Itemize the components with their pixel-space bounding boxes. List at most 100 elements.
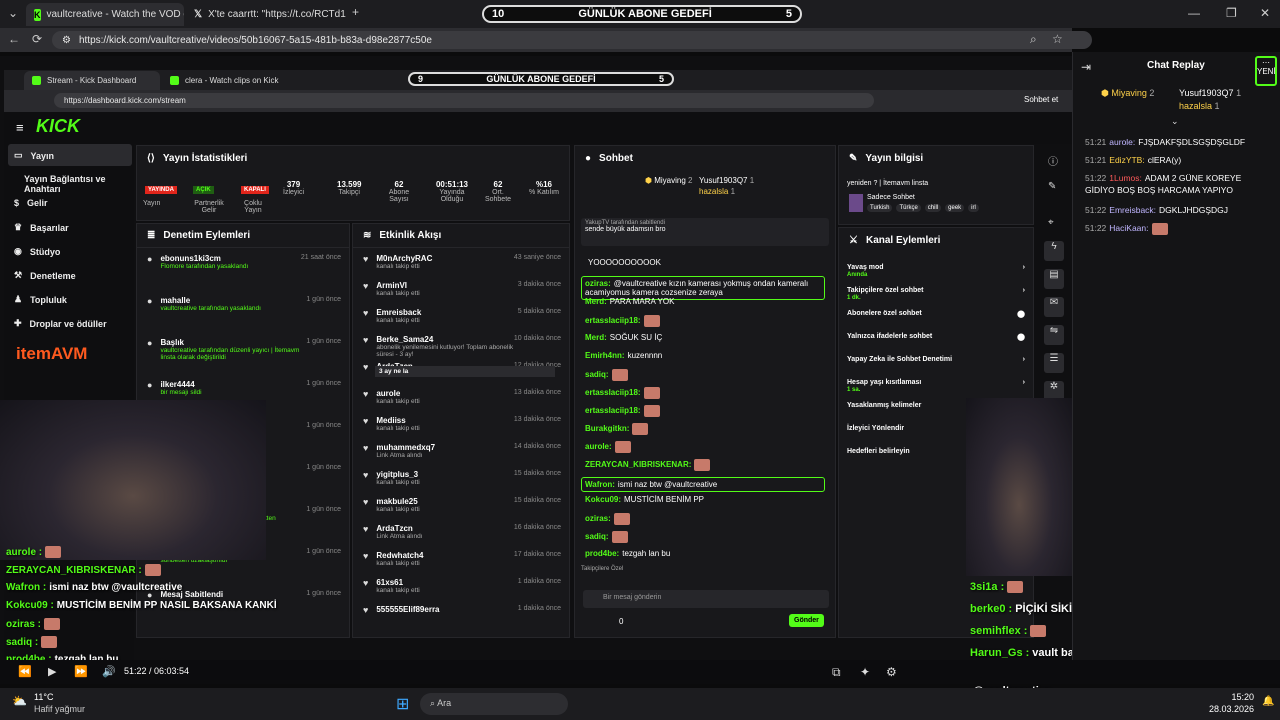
chat-message[interactable]: ertasslaciip18: — [585, 315, 829, 327]
doc-icon[interactable]: ▤ — [1044, 269, 1064, 289]
table-row[interactable]: ● mahalle vaultcreative tarafından yasakla… — [137, 296, 349, 334]
chat-message[interactable]: Merd: SOĞUK SU İÇ — [585, 333, 829, 342]
channel-action[interactable]: Yalnızca ifadelerle sohbet ⬤ — [847, 333, 1025, 341]
url-field[interactable]: ⚙ https://kick.com/vaultcreative/videos/… — [52, 31, 1092, 49]
toggle-switch[interactable]: ⬤ — [1017, 333, 1025, 341]
chat-message[interactable]: Emirh4nn: kuzennnn — [585, 351, 829, 360]
sidebar-item-studyo[interactable]: ◉ Stüdyo — [14, 246, 60, 257]
toggle-switch[interactable]: ⬤ — [1017, 310, 1025, 318]
db-icon[interactable]: ☰ — [1044, 353, 1064, 373]
channel-action[interactable]: Hesap yaşı kısıtlaması 1 sa. › — [847, 379, 1025, 393]
inner-chat-button[interactable]: Sohbet et — [1024, 95, 1058, 104]
target-icon[interactable]: ⌖ — [1048, 217, 1054, 228]
rewind-icon[interactable]: ⏪ — [18, 665, 32, 678]
chat-message[interactable]: sadiq: — [585, 369, 829, 381]
info-icon[interactable]: ⓘ — [1048, 153, 1058, 168]
table-row[interactable]: ♥ yigitplus_3 kanalı takip etti 15 dakika ö… — [353, 470, 569, 494]
channel-action[interactable]: Yapay Zeka ile Sohbet Denetimi › — [847, 356, 1025, 363]
table-row[interactable]: ♥ Emreisback kanalı takip etti 5 dakika önc… — [353, 308, 569, 332]
replay-message[interactable]: 51:22 1Lumos: ADAM 2 GÜNE KOREYE GİDİYO BO… — [1085, 172, 1271, 196]
chat-message[interactable]: YOOOOOOOOOOK — [585, 258, 829, 267]
new-tab-icon[interactable]: + — [352, 5, 359, 19]
table-row[interactable]: ♥ ArminVI kanalı takip etti 3 dakika önce — [353, 281, 569, 305]
bolt-icon[interactable]: ϟ — [1044, 241, 1064, 261]
inner-tab-clips[interactable]: clera - Watch clips on Kick — [162, 71, 298, 90]
chevron-right-icon[interactable]: › — [1023, 287, 1025, 294]
send-button[interactable]: Gönder — [789, 614, 824, 627]
sidebar-item-gelir[interactable]: $ Gelir — [14, 198, 48, 208]
taskbar-search[interactable]: ⌕ Ara — [420, 693, 568, 715]
settings-icon[interactable]: ⚙ — [886, 665, 897, 679]
chat-message[interactable]: ZERAYCAN_KIBRISKENAR: — [585, 459, 829, 471]
collapse-icon[interactable]: ⇥ — [1081, 60, 1091, 74]
table-row[interactable]: ● ebonuns1ki3cm Flomore tarafından yasakla… — [137, 254, 349, 292]
message-icon[interactable]: ✉ — [1044, 297, 1064, 317]
chat-message[interactable]: oziras: — [585, 513, 829, 525]
channel-action[interactable]: Takipçilere özel sohbet 1 dk. › — [847, 287, 1025, 301]
table-row[interactable]: ♥ makbule25 kanalı takip etti 15 dakika önc… — [353, 497, 569, 521]
channel-action[interactable]: Yavaş mod Anında › — [847, 264, 1025, 278]
browser-tab-kick[interactable]: K vaultcreative - Watch the VOD on ✕ — [26, 3, 184, 26]
maximize-icon[interactable]: ❐ — [1226, 6, 1237, 20]
windows-icon[interactable]: ⊞ — [396, 694, 409, 714]
play-icon[interactable]: ▶ — [48, 665, 56, 678]
table-row[interactable]: ♥ 555555Elif89erra 1 dakika önce — [353, 605, 569, 629]
zoom-icon[interactable]: ⌕ — [1030, 32, 1037, 47]
chevron-right-icon[interactable]: › — [1023, 356, 1025, 363]
chat-message[interactable]: aurole: — [585, 441, 829, 453]
chat-message[interactable]: sadiq: — [585, 531, 829, 543]
weather-icon[interactable]: ⛅ — [12, 694, 27, 708]
browser-tab-x[interactable]: 𝕏 X'te caarrtt: "https://t.co/RCTd1LDI ✕ — [186, 3, 346, 26]
table-row[interactable]: ♥ M0nArchyRAC kanalı takip etti 43 saniye ö… — [353, 254, 569, 278]
replay-message[interactable]: 51:22 HaciKaan: — [1085, 222, 1271, 235]
table-row[interactable]: ● Başlık vaultcreative tarafından düzenli … — [137, 338, 349, 376]
chat-input[interactable]: Bir mesaj gönderin — [583, 590, 829, 608]
replay-message[interactable]: 51:21 EdizYTB: clERA(y) — [1085, 154, 1271, 166]
new-button[interactable]: ⋯ YENİ — [1255, 56, 1277, 86]
menu-icon[interactable]: ≡ — [16, 120, 24, 135]
sparkle-icon[interactable]: ✦ — [860, 665, 870, 679]
close-window-icon[interactable]: ✕ — [1260, 6, 1270, 20]
expand-icon[interactable]: ⌄ — [1171, 116, 1179, 127]
chevron-right-icon[interactable]: › — [1023, 379, 1025, 386]
kick-logo[interactable]: KICK — [36, 116, 80, 137]
channel-action[interactable]: Abonelere özel sohbet ⬤ — [847, 310, 1025, 318]
inner-tab-dashboard[interactable]: Stream - Kick Dashboard — [24, 71, 160, 90]
chat-message[interactable]: Kokcu09: MUSTİCİM BENİM PP — [585, 495, 829, 504]
chat-message[interactable]: ertasslaciip18: — [585, 405, 829, 417]
chevron-right-icon[interactable]: › — [1023, 264, 1025, 271]
sidebar-item-topluluk[interactable]: ♟ Topluluk — [14, 294, 67, 305]
table-row[interactable]: ♥ ArdaTzcn Link Atma alındı 16 dakika önce — [353, 524, 569, 548]
chat-message[interactable]: ertasslaciip18: — [585, 387, 829, 399]
table-row[interactable]: ♥ Mediiss kanalı takip etti 13 dakika önce — [353, 416, 569, 440]
edit-icon[interactable]: ✎ — [1048, 181, 1056, 192]
stream-video[interactable]: Stream - Kick Dashboard clera - Watch cl… — [0, 56, 1072, 665]
clip-icon[interactable]: ⧉ — [832, 665, 841, 680]
table-row[interactable]: ♥ Berke_Sama24 abonelik yenilemesini kutlu… — [353, 335, 569, 359]
sidebar-item-yayin[interactable]: ▭ Yayın — [14, 150, 54, 161]
minimize-icon[interactable]: — — [1188, 6, 1200, 20]
forward-icon[interactable]: ⏩ — [74, 665, 88, 678]
chat-message[interactable]: Burakgitkn: — [585, 423, 829, 435]
sidebar-item-stream-key[interactable]: Yayın Bağlantısı ve Anahtarı — [24, 174, 134, 194]
notification-icon[interactable]: 🔔 — [1262, 696, 1274, 707]
replay-message[interactable]: 51:22 Emreisback: DGKLJHDGŞDGJ — [1085, 204, 1271, 216]
sidebar-item-denetleme[interactable]: ⚒ Denetleme — [14, 270, 76, 281]
raid-icon[interactable]: ⇋ — [1044, 325, 1064, 345]
chat-message[interactable]: prod4be: tezgah lan bu — [585, 549, 829, 558]
table-row[interactable]: ♥ aurole kanalı takip etti 13 dakika önce — [353, 389, 569, 413]
back-icon[interactable]: ← — [8, 32, 20, 46]
table-row[interactable]: ♥ 61xs61 kanalı takip etti 1 dakika önce — [353, 578, 569, 602]
chat-message[interactable]: Wafron: ismi naz btw @vaultcreative — [581, 477, 825, 492]
replay-message[interactable]: 51:21 aurole: FJŞDAKFŞDLSGŞDŞGLDF — [1085, 136, 1271, 148]
table-row[interactable]: ♥ muhammedxq7 Link Atma alındı 14 dakika ön… — [353, 443, 569, 467]
chat-message[interactable]: Merd: PARA MARA YOK — [585, 297, 829, 306]
table-row[interactable]: ♥ Redwhatch4 kanalı takip etti 17 dakika ön… — [353, 551, 569, 575]
tab-menu-icon[interactable]: ⌄ — [8, 6, 18, 20]
volume-icon[interactable]: 🔊 — [102, 665, 116, 678]
inner-url-field[interactable]: https://dashboard.kick.com/stream — [54, 93, 874, 108]
sidebar-item-basarilar[interactable]: ♛ Başarılar — [14, 222, 69, 233]
star-icon[interactable]: ☆ — [1052, 32, 1063, 46]
pinned-message[interactable]: YakupTV tarafından sabitlendi sende büyü… — [581, 218, 829, 246]
sidebar-item-droplar[interactable]: ✚ Droplar ve ödüller — [14, 318, 107, 329]
